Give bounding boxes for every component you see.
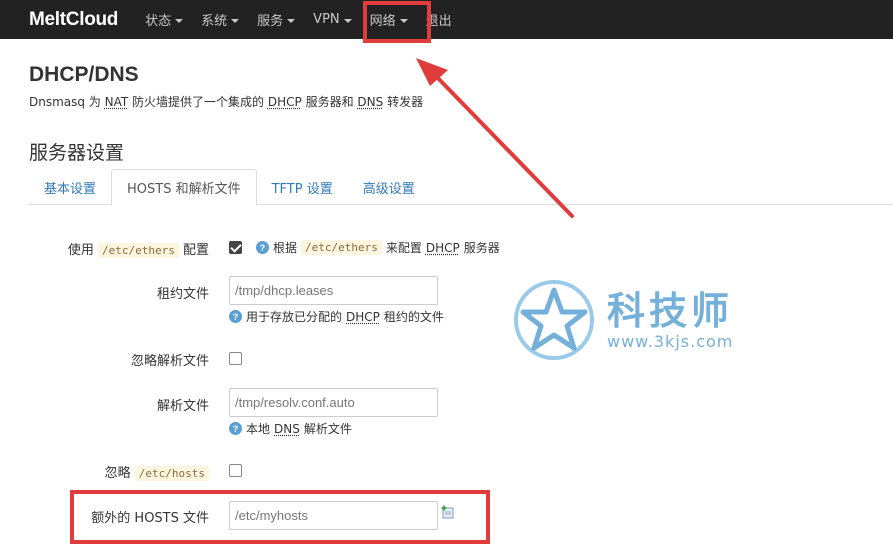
top-navbar: MeltCloud 状态 系统 服务 VPN 网络 退出 xyxy=(0,0,893,39)
brand-logo[interactable]: MeltCloud xyxy=(29,9,118,31)
settings-tabs: 基本设置 HOSTS 和解析文件 TFTP 设置 高级设置 xyxy=(29,169,893,206)
ignore-hosts-label: 忽略 /etc/hosts xyxy=(105,462,209,481)
abbr-dhcp: DHCP xyxy=(425,240,460,255)
watermark-url: www.3kjs.com xyxy=(607,332,734,351)
extra-hosts-input[interactable] xyxy=(229,501,438,530)
use-ethers-label: 使用 /etc/ethers 配置 xyxy=(68,239,209,258)
help-text: 用于存放已分配的 xyxy=(246,310,343,324)
help-text: 解析文件 xyxy=(303,422,352,436)
ignore-hosts-checkbox[interactable] xyxy=(229,464,242,477)
use-ethers-checkbox[interactable] xyxy=(229,241,242,254)
resolv-file-help: ? 本地 DNS 解析文件 xyxy=(229,420,438,437)
label-text: 使用 xyxy=(67,243,98,258)
help-text: 来配置 xyxy=(385,241,422,255)
desc-text: 转发器 xyxy=(383,95,424,109)
nav-item-services[interactable]: 服务 xyxy=(248,0,304,39)
lease-file-label: 租约文件 xyxy=(156,287,209,302)
help-icon: ? xyxy=(229,422,242,435)
ignore-resolv-label: 忽略解析文件 xyxy=(130,354,209,369)
caret-down-icon xyxy=(399,18,408,23)
form-row-lease-file: 租约文件 ? 用于存放已分配的 DHCP 租约的文件 xyxy=(0,276,893,326)
abbr-dns: DNS xyxy=(357,95,384,109)
help-text: 租约的文件 xyxy=(383,310,444,324)
ignore-resolv-checkbox[interactable] xyxy=(229,352,242,365)
use-ethers-field: ? 根据 /etc/ethers 来配置 DHCP 服务器 xyxy=(229,239,500,256)
nav-item-label: 服务 xyxy=(257,14,284,29)
tab-advanced-settings[interactable]: 高级设置 xyxy=(348,169,430,205)
caret-down-icon xyxy=(287,18,296,23)
nav-item-label: 状态 xyxy=(145,14,172,29)
nav-item-label: 系统 xyxy=(201,14,228,29)
help-text: 根据 xyxy=(273,241,298,255)
nav-item-vpn[interactable]: VPN xyxy=(304,0,360,39)
resolv-file-label: 解析文件 xyxy=(156,399,209,414)
nav-item-system[interactable]: 系统 xyxy=(192,0,248,39)
code-ethers: /etc/ethers xyxy=(98,243,179,258)
abbr-dhcp: DHCP xyxy=(267,95,302,109)
nav-item-logout[interactable]: 退出 xyxy=(417,0,461,39)
page-title: DHCP/DNS xyxy=(29,63,139,86)
page-description: Dnsmasq 为 NAT 防火墙提供了一个集成的 DHCP 服务器和 DNS … xyxy=(29,93,423,110)
form-row-resolv-file: 解析文件 ? 本地 DNS 解析文件 xyxy=(0,388,893,438)
help-icon: ? xyxy=(229,310,242,323)
nav-item-label: 网络 xyxy=(369,14,396,29)
help-text: 服务器 xyxy=(463,241,500,255)
lease-file-input[interactable] xyxy=(229,276,438,305)
label-text: 配置 xyxy=(178,243,209,258)
abbr-nat: NAT xyxy=(104,95,129,109)
code-ethers: /etc/ethers xyxy=(301,240,382,255)
tab-hosts-resolv[interactable]: HOSTS 和解析文件 xyxy=(111,169,257,206)
add-file-icon[interactable] xyxy=(441,505,455,519)
section-title: 服务器设置 xyxy=(29,142,125,164)
lease-file-field: ? 用于存放已分配的 DHCP 租约的文件 xyxy=(229,276,444,325)
nav-item-network[interactable]: 网络 xyxy=(361,0,417,39)
caret-down-icon xyxy=(175,18,184,23)
tab-basic-settings[interactable]: 基本设置 xyxy=(29,169,111,205)
desc-text: Dnsmasq 为 xyxy=(29,95,105,109)
extra-hosts-field xyxy=(229,501,438,530)
nav-item-label: VPN xyxy=(313,12,340,27)
desc-text: 服务器和 xyxy=(301,95,358,109)
tab-tftp-settings[interactable]: TFTP 设置 xyxy=(257,169,348,205)
ignore-hosts-field xyxy=(229,463,242,478)
abbr-dhcp: DHCP xyxy=(346,309,380,324)
help-icon: ? xyxy=(256,241,269,254)
abbr-dns: DNS xyxy=(274,421,300,436)
label-text: 忽略 xyxy=(104,466,135,481)
resolv-file-input[interactable] xyxy=(229,388,438,417)
caret-down-icon xyxy=(343,18,352,23)
help-text: 本地 xyxy=(246,422,271,436)
form-row-use-ethers: 使用 /etc/ethers 配置 ? 根据 /etc/ethers 来配置 D… xyxy=(0,238,893,258)
caret-down-icon xyxy=(231,18,240,23)
code-hosts: /etc/hosts xyxy=(134,466,209,481)
nav-item-label: 退出 xyxy=(425,14,452,29)
lease-file-help: ? 用于存放已分配的 DHCP 租约的文件 xyxy=(229,308,444,325)
resolv-file-field: ? 本地 DNS 解析文件 xyxy=(229,388,438,437)
extra-hosts-label: 额外的 HOSTS 文件 xyxy=(91,511,209,526)
nav-item-status[interactable]: 状态 xyxy=(136,0,192,39)
form-row-ignore-hosts: 忽略 /etc/hosts xyxy=(0,462,893,482)
nav-menu: 状态 系统 服务 VPN 网络 退出 xyxy=(136,0,461,39)
form-row-ignore-resolv: 忽略解析文件 xyxy=(0,350,893,370)
ignore-resolv-field xyxy=(229,351,242,366)
form-row-extra-hosts: 额外的 HOSTS 文件 xyxy=(0,501,893,531)
desc-text: 防火墙提供了一个集成的 xyxy=(128,95,268,109)
